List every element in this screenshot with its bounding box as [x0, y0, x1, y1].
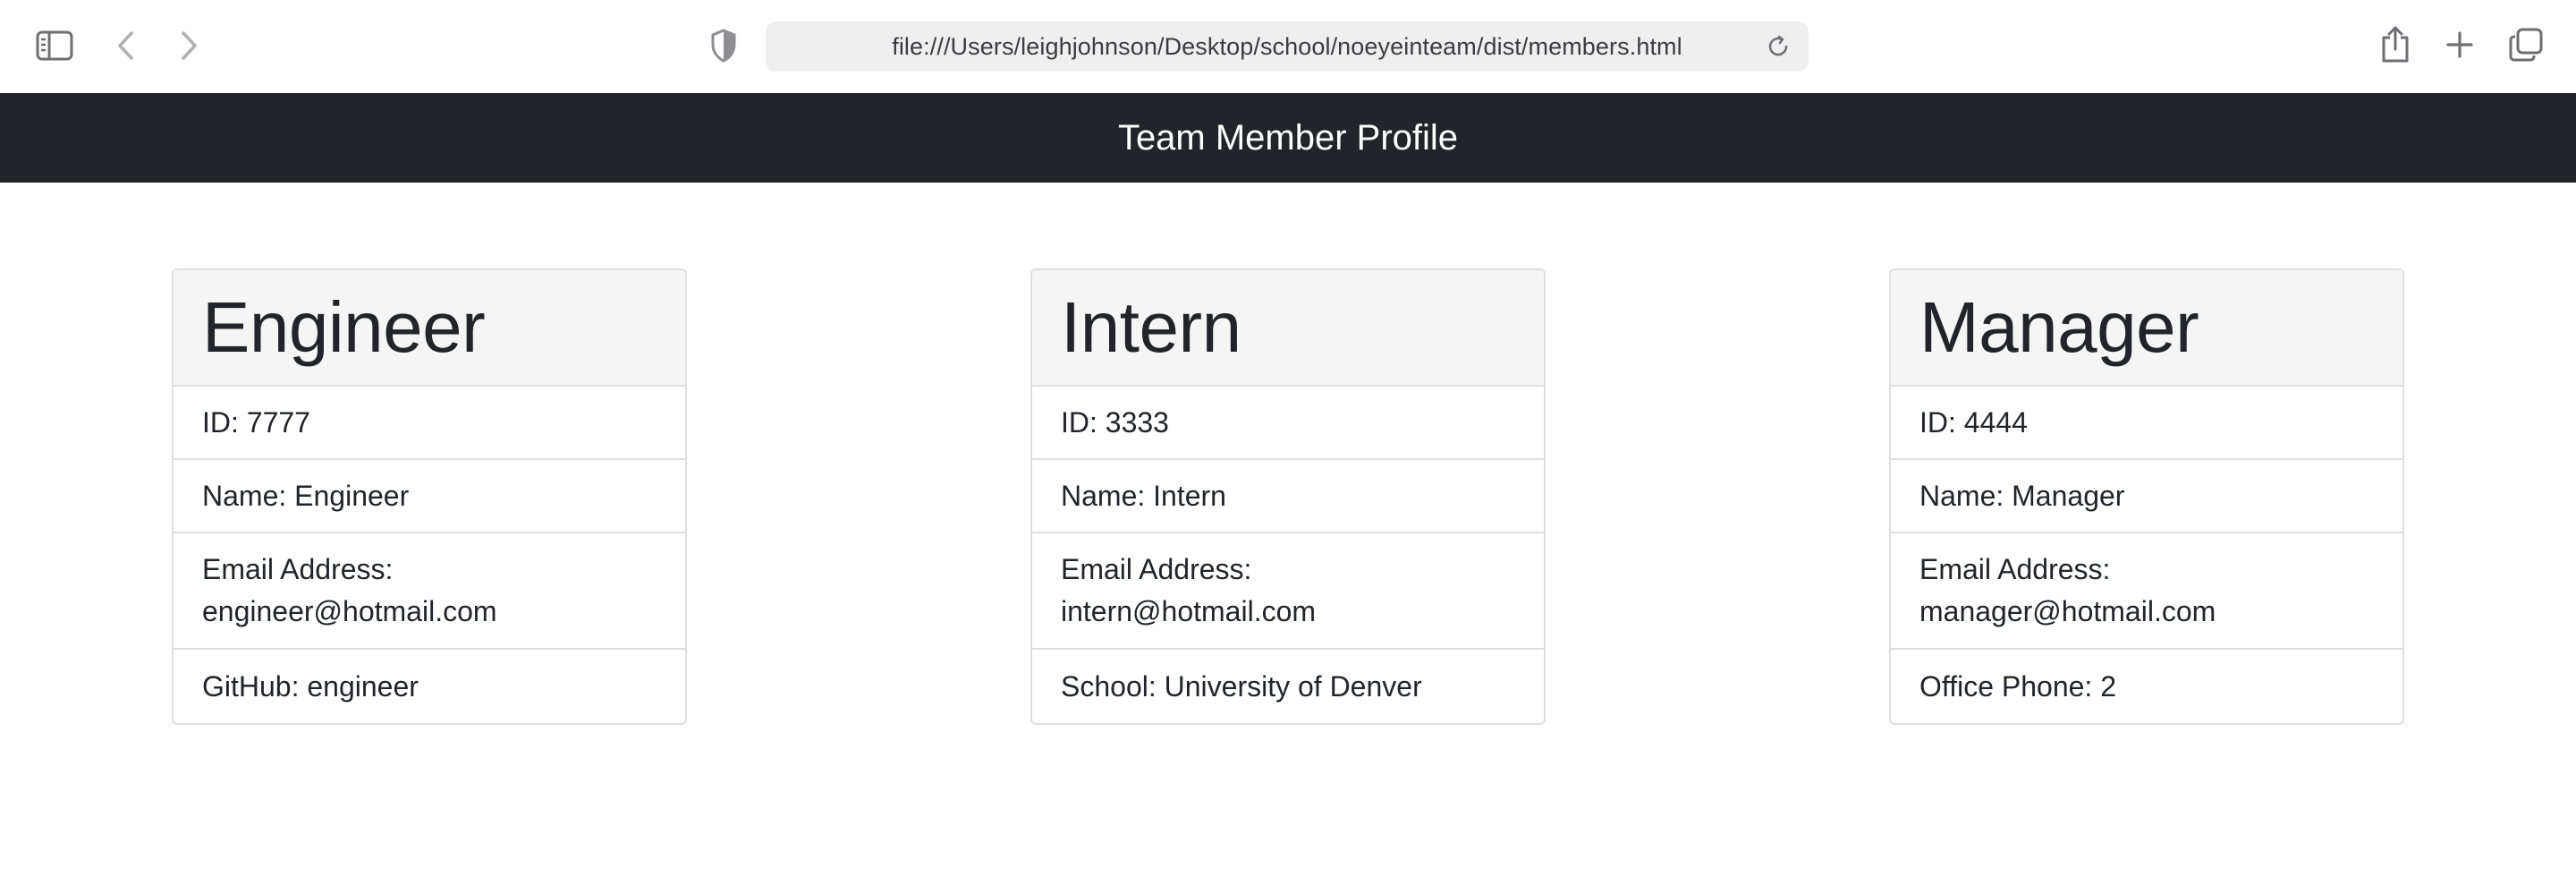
- intern-card: Intern ID: 3333 Name: Intern Email Addre…: [1030, 268, 1546, 725]
- page-title: Team Member Profile: [1117, 117, 1459, 158]
- email-link[interactable]: engineer@hotmail.com: [202, 591, 497, 633]
- member-email: Email Address: engineer@hotmail.com: [174, 533, 685, 650]
- member-id: ID: 4444: [1891, 387, 2402, 460]
- reload-icon[interactable]: [1766, 34, 1791, 59]
- member-name: Name: Engineer: [174, 460, 685, 533]
- member-id: ID: 3333: [1032, 387, 1544, 460]
- card-header: Intern: [1032, 270, 1544, 387]
- member-id: ID: 7777: [174, 387, 685, 460]
- member-office-phone: Office Phone: 2: [1919, 669, 2116, 703]
- tab-overview-icon[interactable]: [2508, 27, 2544, 63]
- email-label: Email Address:: [1919, 553, 2111, 585]
- member-name: Name: Manager: [1891, 460, 2402, 533]
- address-bar[interactable]: file:///Users/leighjohnson/Desktop/schoo…: [766, 21, 1809, 72]
- member-email: Email Address: manager@hotmail.com: [1891, 533, 2402, 650]
- engineer-card: Engineer ID: 7777 Name: Engineer Email A…: [172, 268, 687, 725]
- card-title: Intern: [1061, 287, 1241, 367]
- new-tab-icon[interactable]: [2444, 29, 2476, 61]
- email-label: Email Address:: [202, 553, 394, 585]
- card-title: Engineer: [202, 287, 486, 367]
- member-email: Email Address: intern@hotmail.com: [1032, 533, 1544, 650]
- manager-card: Manager ID: 4444 Name: Manager Email Add…: [1889, 268, 2404, 725]
- browser-toolbar: file:///Users/leighjohnson/Desktop/schoo…: [0, 0, 2576, 93]
- card-header: Manager: [1891, 270, 2402, 387]
- member-school: School: University of Denver: [1061, 669, 1422, 703]
- email-label: Email Address:: [1061, 553, 1252, 585]
- forward-icon[interactable]: [174, 27, 204, 64]
- card-header: Engineer: [174, 270, 685, 387]
- share-icon[interactable]: [2379, 25, 2411, 64]
- page-header: Team Member Profile: [0, 93, 2576, 183]
- email-link[interactable]: intern@hotmail.com: [1061, 591, 1316, 633]
- privacy-shield-icon[interactable]: [710, 29, 737, 63]
- card-title: Manager: [1919, 287, 2199, 367]
- back-icon[interactable]: [111, 27, 141, 64]
- email-link[interactable]: manager@hotmail.com: [1919, 591, 2216, 633]
- url-text: file:///Users/leighjohnson/Desktop/schoo…: [892, 33, 1682, 60]
- member-github[interactable]: GitHub: engineer: [174, 650, 685, 723]
- sidebar-icon[interactable]: [36, 29, 73, 63]
- member-name: Name: Intern: [1032, 460, 1544, 533]
